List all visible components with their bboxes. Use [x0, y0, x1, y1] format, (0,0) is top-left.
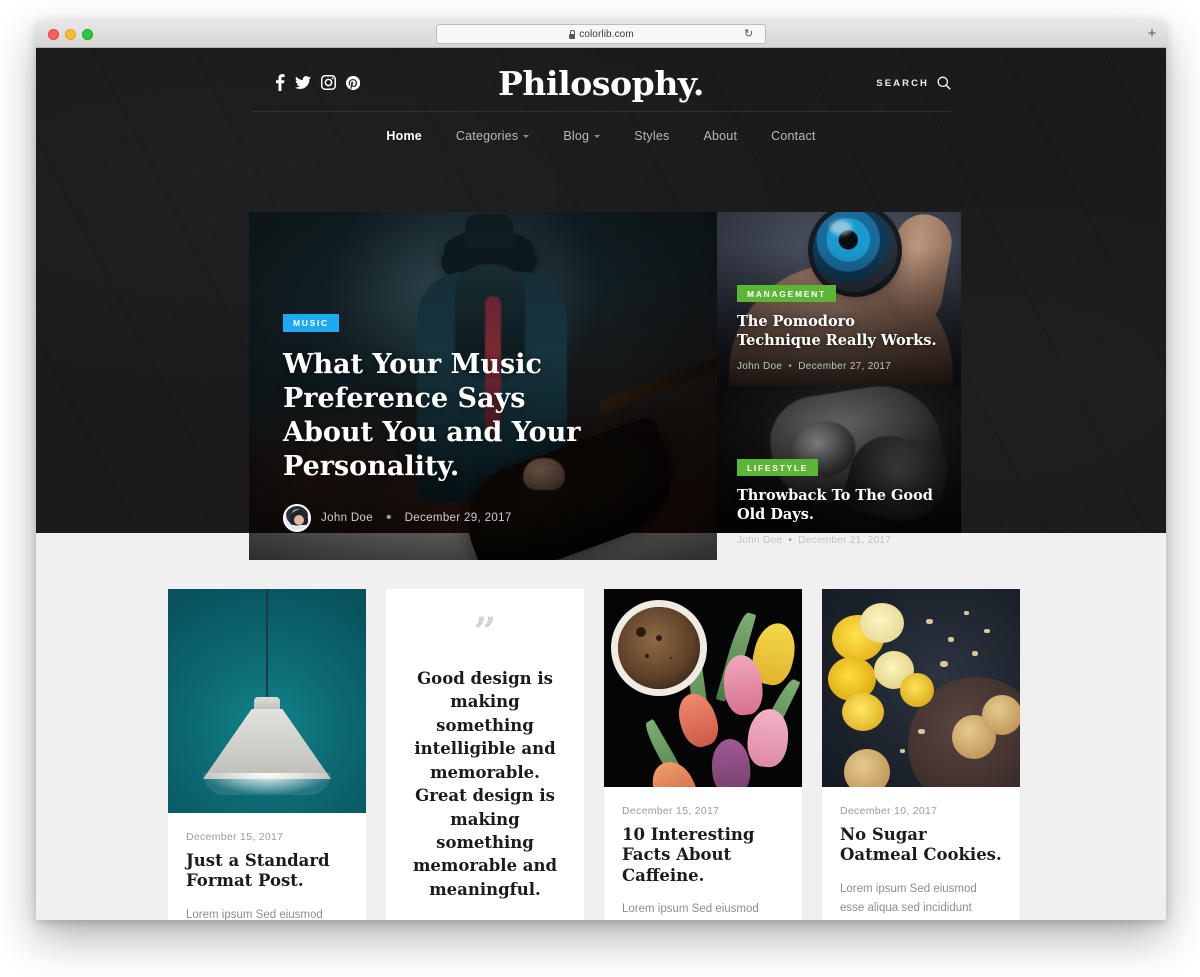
site-header: Philosophy. SEARCH — [36, 48, 1166, 111]
post-body: December 15, 2017 Just a Standard Format… — [168, 813, 366, 920]
nav-item-contact[interactable]: Contact — [771, 129, 815, 143]
post-date: December 29, 2017 — [404, 512, 512, 524]
post-date: December 21, 2017 — [798, 535, 892, 546]
featured-post-title[interactable]: What Your Music Preference Says About Yo… — [283, 348, 623, 484]
url-text: colorlib.com — [579, 28, 634, 40]
nav-item-categories[interactable]: Categories — [455, 129, 530, 143]
post-author[interactable]: John Doe — [321, 512, 373, 524]
chevron-down-icon — [523, 134, 530, 138]
featured-post-pomodoro-overlay: MANAGEMENT The Pomodoro Technique Really… — [737, 284, 943, 372]
nav-item-about[interactable]: About — [703, 129, 737, 143]
lock-icon — [568, 29, 576, 39]
featured-post-title[interactable]: The Pomodoro Technique Really Works. — [737, 313, 943, 351]
post-excerpt: Lorem ipsum Sed eiusmod esse aliqua sed … — [840, 882, 977, 914]
quote-card[interactable]: ” Good design is making something intell… — [386, 589, 584, 920]
quote-icon: ” — [473, 609, 497, 656]
posts-row: December 15, 2017 Just a Standard Format… — [168, 589, 1020, 920]
post-title[interactable]: Just a Standard Format Post. — [186, 851, 348, 892]
featured-post-main-overlay: MUSIC What Your Music Preference Says Ab… — [283, 313, 677, 532]
post-excerpt: Lorem ipsum Sed eiusmod esse aliqua sed … — [622, 903, 759, 916]
post-card-oatmeal-cookies[interactable]: December 10, 2017 No Sugar Oatmeal Cooki… — [822, 589, 1020, 920]
post-date: December 10, 2017 — [840, 805, 938, 817]
featured-post-meta: John Doe • December 27, 2017 — [737, 361, 943, 372]
post-date: December 15, 2017 — [622, 805, 720, 817]
nav-item-styles[interactable]: Styles — [634, 129, 669, 143]
close-window-button[interactable] — [48, 29, 59, 40]
featured-post-main[interactable]: MUSIC What Your Music Preference Says Ab… — [249, 212, 717, 560]
maximize-window-button[interactable] — [82, 29, 93, 40]
post-date: December 27, 2017 — [798, 361, 892, 372]
featured-post-meta: John Doe • December 21, 2017 — [737, 535, 943, 546]
website-viewport: Philosophy. SEARCH Home Categories Blog … — [36, 48, 1166, 920]
pinterest-icon[interactable] — [346, 75, 360, 90]
featured-post-title[interactable]: Throwback To The Good Old Days. — [737, 487, 943, 525]
new-tab-button[interactable]: + — [1144, 26, 1160, 42]
featured-posts-side-column: MANAGEMENT The Pomodoro Technique Really… — [717, 212, 961, 560]
reload-icon[interactable]: ↻ — [744, 29, 755, 40]
address-bar[interactable]: colorlib.com ↻ — [436, 24, 766, 44]
post-date: December 15, 2017 — [186, 831, 284, 843]
main-navigation: Home Categories Blog Styles About Contac… — [251, 111, 951, 143]
nav-label-about: About — [703, 129, 738, 143]
post-thumbnail-lamp[interactable] — [168, 589, 366, 813]
page-root: colorlib.com ↻ + Philosophy. SEARCH Home… — [0, 0, 1200, 977]
window-controls[interactable] — [48, 29, 93, 40]
meta-separator: • — [386, 509, 392, 526]
browser-window: colorlib.com ↻ + Philosophy. SEARCH Home… — [36, 20, 1166, 920]
post-title[interactable]: No Sugar Oatmeal Cookies. — [840, 825, 1002, 866]
facebook-icon[interactable] — [274, 74, 285, 91]
post-thumbnail-coffee[interactable] — [604, 589, 802, 787]
search-button[interactable]: SEARCH — [876, 76, 951, 90]
featured-posts-grid: MUSIC What Your Music Preference Says Ab… — [249, 212, 961, 560]
twitter-icon[interactable] — [295, 75, 311, 90]
featured-post-meta: John Doe • December 29, 2017 — [283, 504, 677, 532]
instagram-icon[interactable] — [321, 75, 336, 90]
post-body: December 15, 2017 10 Interesting Facts A… — [604, 787, 802, 920]
featured-post-pomodoro[interactable]: MANAGEMENT The Pomodoro Technique Really… — [717, 212, 961, 386]
nav-item-blog[interactable]: Blog — [563, 129, 601, 143]
nav-item-home[interactable]: Home — [386, 129, 422, 143]
post-body: December 10, 2017 No Sugar Oatmeal Cooki… — [822, 787, 1020, 920]
social-links[interactable] — [274, 74, 360, 91]
featured-post-throwback-overlay: LIFESTYLE Throwback To The Good Old Days… — [737, 458, 943, 546]
category-badge-music[interactable]: MUSIC — [283, 314, 339, 332]
latest-posts-section: December 15, 2017 Just a Standard Format… — [36, 533, 1166, 920]
post-author[interactable]: John Doe — [737, 535, 782, 546]
category-badge-management[interactable]: MANAGEMENT — [737, 284, 836, 303]
meta-separator: • — [788, 535, 793, 546]
post-title[interactable]: 10 Interesting Facts About Caffeine. — [622, 825, 784, 886]
nav-label-categories: Categories — [455, 129, 519, 143]
minimize-window-button[interactable] — [65, 29, 76, 40]
nav-label-styles: Styles — [634, 129, 670, 143]
category-badge-lifestyle[interactable]: LIFESTYLE — [737, 458, 819, 477]
post-thumbnail-cookies[interactable] — [822, 589, 1020, 787]
hero-section: Philosophy. SEARCH Home Categories Blog … — [36, 48, 1166, 560]
nav-label-contact: Contact — [771, 129, 816, 143]
quote-text: Good design is making something intellig… — [412, 669, 558, 899]
post-card-standard-format[interactable]: December 15, 2017 Just a Standard Format… — [168, 589, 366, 920]
post-card-caffeine[interactable]: December 15, 2017 10 Interesting Facts A… — [604, 589, 802, 920]
search-label: SEARCH — [876, 77, 929, 89]
site-logo[interactable]: Philosophy. — [498, 64, 704, 103]
magnifier-icon — [937, 76, 951, 90]
featured-post-throwback[interactable]: LIFESTYLE Throwback To The Good Old Days… — [717, 386, 961, 560]
browser-titlebar: colorlib.com ↻ + — [36, 20, 1166, 48]
post-author[interactable]: John Doe — [737, 361, 782, 372]
meta-separator: • — [788, 361, 793, 372]
nav-label-blog: Blog — [563, 129, 590, 143]
avatar — [283, 504, 311, 532]
nav-label-home: Home — [386, 129, 422, 143]
chevron-down-icon — [594, 134, 601, 138]
post-excerpt: Lorem ipsum Sed eiusmod esse — [186, 908, 323, 920]
